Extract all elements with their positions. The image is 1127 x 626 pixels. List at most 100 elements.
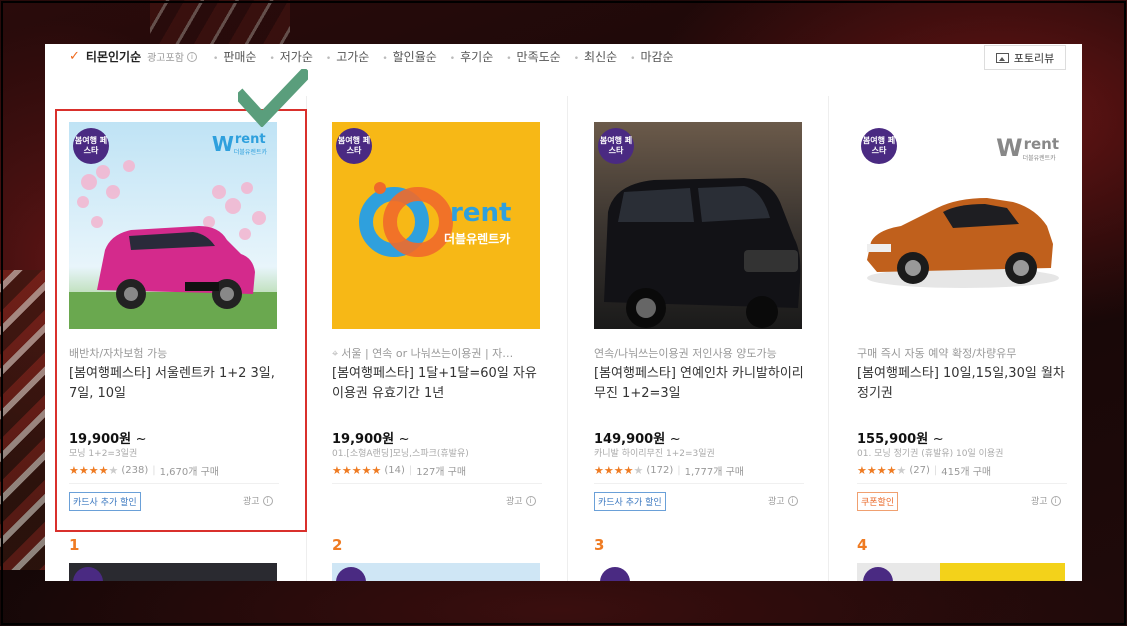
product-card[interactable]: 봄여행 페스타 W rent 더블유렌트카 배반차/자차보험 가능 [봄여행페스…: [69, 106, 307, 530]
location-pin-icon: ⌖: [332, 347, 339, 360]
card-divider: [857, 483, 1067, 484]
price-value: 149,900원: [594, 432, 666, 447]
spring-festa-badge-partial: [336, 567, 366, 581]
card-divider: [332, 483, 542, 484]
ad-included-note: 광고포함: [147, 53, 184, 64]
product-price: 19,900원 ~: [69, 428, 147, 447]
review-count: (27): [909, 465, 930, 476]
product-title[interactable]: [봄여행페스타] 서울렌트카 1+2 3일, 7일, 10일: [69, 364, 281, 404]
product-image[interactable]: 봄여행 페스타 W rent 더블유렌트카: [69, 122, 277, 329]
wrent-logo: W rent 더블유렌트카: [212, 132, 267, 156]
sort-high-price[interactable]: 고가순: [326, 48, 369, 65]
ad-label[interactable]: 광고 i: [506, 494, 536, 507]
background-stripes-top: [150, 0, 290, 44]
next-product-image[interactable]: [857, 563, 1065, 581]
spring-festa-badge: 봄여행 페스타: [73, 128, 109, 164]
price-suffix: ~: [135, 432, 147, 447]
rank-number: 2: [332, 536, 343, 554]
coupon-discount-tag: 쿠폰할인: [857, 492, 899, 511]
info-icon: i: [525, 495, 536, 506]
product-rating: ★★★★★ (172) | 1,777개 구매: [594, 463, 744, 478]
product-option: 01.[소형A랜딩]모닝,스파크(휴발유): [332, 449, 469, 459]
review-count: (14): [384, 465, 405, 476]
star-rating-icon: ★★★★★: [857, 464, 907, 477]
photo-review-button[interactable]: 포토리뷰: [984, 45, 1066, 70]
ad-label[interactable]: 광고 i: [768, 494, 798, 507]
product-rating: ★★★★★ (238) | 1,670개 구매: [69, 463, 219, 478]
wrent-logo-mark: W: [996, 134, 1023, 162]
product-card[interactable]: 봄여행 페스타 W rent 더블유렌트카 구매 즉시 자동 예약 확정/차량유…: [857, 106, 1082, 530]
price-suffix: ~: [932, 432, 944, 447]
purchase-count: 1,670개 구매: [159, 467, 220, 478]
ad-label[interactable]: 광고 i: [1031, 494, 1061, 507]
review-count: (172): [646, 465, 674, 476]
price-suffix: ~: [398, 432, 410, 447]
rank-number: 1: [69, 536, 80, 554]
product-image[interactable]: 봄여행 페스타 W rent 더블유렌트카: [857, 122, 1065, 329]
review-count: (238): [121, 465, 149, 476]
product-tagline: 배반차/자차보험 가능: [69, 347, 168, 360]
purchase-count: 1,777개 구매: [684, 467, 745, 478]
sort-newest[interactable]: 최신순: [574, 48, 617, 65]
product-card[interactable]: 봄여행 페스타 rent 더블유렌트카 ⌖ 서울 | 연속 or 나눠쓰는이용권 …: [332, 106, 570, 530]
card-discount-tag: 카드사 추가 할인: [594, 492, 666, 511]
product-title[interactable]: [봄여행페스타] 연예인차 카니발하이리무진 1+2=3일: [594, 364, 806, 404]
next-product-image[interactable]: [332, 563, 540, 581]
ad-label-text: 광고: [506, 497, 523, 507]
spring-festa-badge-partial: [863, 567, 893, 581]
spring-festa-badge-partial: [600, 567, 630, 581]
product-rating: ★★★★★ (14) | 127개 구매: [332, 463, 466, 478]
product-image[interactable]: 봄여행 페스타: [594, 122, 802, 329]
info-icon: i: [262, 495, 273, 506]
sort-sales[interactable]: 판매순: [213, 48, 256, 65]
price-suffix: ~: [669, 432, 681, 447]
sort-bar: ✓ 티몬인기순 광고포함 i 판매순 저가순 고가순 할인율순 후기순 만족도순…: [45, 44, 1082, 72]
sort-reviews[interactable]: 후기순: [450, 48, 493, 65]
wrent-logo-mark: W: [211, 132, 234, 156]
product-tagline-text: 서울 | 연속 or 나눠쓰는이용권 | 자…: [341, 347, 514, 360]
separator: |: [933, 465, 938, 476]
product-tagline: 구매 즉시 자동 예약 확정/차량유무: [857, 347, 1017, 360]
wrent-logo-text: rent: [1023, 134, 1059, 153]
sort-low-price[interactable]: 저가순: [269, 48, 313, 65]
sort-closing[interactable]: 마감순: [630, 48, 673, 65]
sort-discount[interactable]: 할인율순: [382, 48, 437, 65]
card-divider: [594, 483, 804, 484]
ad-label[interactable]: 광고 i: [243, 494, 273, 507]
product-image[interactable]: 봄여행 페스타 rent 더블유렌트카: [332, 122, 540, 329]
next-product-image[interactable]: [594, 563, 802, 581]
star-rating-icon: ★★★★★: [594, 464, 644, 477]
sort-satisfaction[interactable]: 만족도순: [506, 48, 561, 65]
price-value: 19,900원: [332, 432, 395, 447]
sort-popular-label: 티몬인기순: [85, 50, 142, 64]
product-price: 149,900원 ~: [594, 428, 681, 447]
price-value: 19,900원: [69, 432, 132, 447]
next-product-image[interactable]: [69, 563, 277, 581]
spring-festa-badge: 봄여행 페스타: [598, 128, 634, 164]
separator: |: [152, 465, 156, 476]
star-rating-icon: ★★★★★: [332, 464, 382, 477]
product-title[interactable]: [봄여행페스타] 1달+1달=60일 자유이용권 유효기간 1년: [332, 364, 544, 404]
sort-options: 판매순 저가순 고가순 할인율순 후기순 만족도순 최신순 마감순: [213, 48, 687, 65]
separator: |: [408, 465, 413, 476]
photo-review-label: 포토리뷰: [1013, 51, 1055, 65]
ad-label-text: 광고: [1031, 497, 1048, 507]
product-rating: ★★★★★ (27) | 415개 구매: [857, 463, 991, 478]
product-tagline: ⌖ 서울 | 연속 or 나눠쓰는이용권 | 자…: [332, 345, 540, 361]
card-divider: [69, 483, 279, 484]
rank-number: 4: [857, 536, 868, 554]
product-title[interactable]: [봄여행페스타] 10일,15일,30일 월차 정기권: [857, 364, 1069, 404]
product-option: 모닝 1+2=3일권: [69, 449, 138, 459]
product-card[interactable]: 봄여행 페스타 연속/나눠쓰는이용권 저인사용 양도가능 [봄여행페스타] 연예…: [594, 106, 832, 530]
info-icon[interactable]: i: [186, 51, 197, 62]
info-icon: i: [787, 495, 798, 506]
wrent-logo-text: rent: [234, 132, 266, 147]
green-check-icon: [238, 69, 308, 127]
product-price: 155,900원 ~: [857, 428, 944, 447]
spring-festa-badge: 봄여행 페스타: [336, 128, 372, 164]
product-list-panel: ✓ 티몬인기순 광고포함 i 판매순 저가순 고가순 할인율순 후기순 만족도순…: [45, 44, 1082, 581]
info-icon: i: [1050, 495, 1061, 506]
product-option: 01. 모닝 정기권 (휴발유) 10일 이용권: [857, 449, 1004, 459]
sort-popular[interactable]: ✓ 티몬인기순 광고포함 i: [69, 48, 197, 65]
wrent-logo-text: rent: [450, 198, 512, 228]
